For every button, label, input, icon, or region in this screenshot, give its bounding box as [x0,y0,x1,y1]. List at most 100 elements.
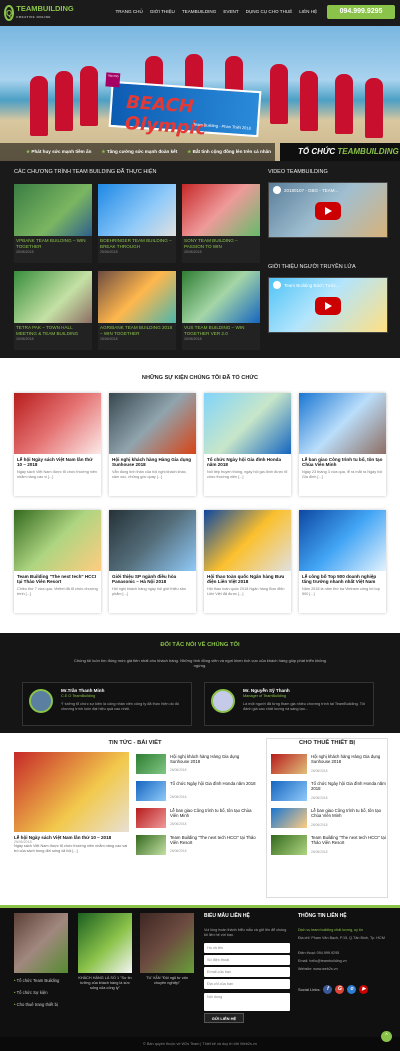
nav-contact[interactable]: Liên hệ [296,9,321,14]
program-title[interactable]: TETRA PAK – TOWN HALL MEETING & TEAM BUI… [14,323,92,337]
event-desc: Năm 2018 là năm thứ ba Vietnam công bố t… [302,586,380,596]
news-list-item[interactable]: Team Building "The next tech HCCI" tại T… [136,835,256,858]
testimonial-card: Mr.Trần Thanh Minh C.E.O TeamBuilding Ý … [22,682,192,726]
contact-email[interactable]: Email: hello@teambuilding.vn [298,959,394,964]
program-date: 25/06/2018 [100,337,118,341]
footer-tile[interactable] [14,913,68,973]
hero-tag-b: TEAMBUILDING [337,147,399,156]
rental-thumb [271,781,307,801]
program-date: 25/06/2018 [100,250,118,254]
event-card[interactable]: Giới thiệu SP ngành điều hòa Panasonic –… [109,510,196,613]
event-card[interactable]: Team Building "The next tech" HCCI tại T… [14,510,101,613]
program-card[interactable]: VPBANK TEAM BUILDING – WIN TOGETHER 25/06… [14,184,92,263]
program-card[interactable]: BOEHRINGER TEAM BUILDING – BREAK THROUGH… [98,184,176,263]
address-field[interactable]: Địa chỉ của bạn [204,979,290,989]
program-card[interactable]: TETRA PAK – TOWN HALL MEETING & TEAM BUI… [14,271,92,350]
rental-item-title[interactable]: Lễ ban giao Công trình tu bổ, tôn tạo Ch… [311,808,386,818]
event-title[interactable]: Lễ công bố Top 500 doanh nghiệp tăng trư… [299,571,386,586]
event-card[interactable]: Hội thao toàn quốc Ngân hàng Bưu điện Li… [204,510,291,613]
logo[interactable]: Q TEAMBUILDING CREATIVE ONLINE [4,3,74,23]
programs-grid: VPBANK TEAM BUILDING – WIN TOGETHER 25/06… [14,184,260,350]
social-label: Social Links: [298,987,321,992]
rental-item[interactable]: Tổ chức Ngày hội Gia đình Honda năm 2018… [271,781,386,805]
news-item-title[interactable]: Team Building "The next tech HCCI" tại T… [170,835,256,845]
testimonial-role: C.E.O TeamBuilding [61,694,96,698]
event-title[interactable]: Tổ chức Ngày hội Gia đình Honda năm 2018 [204,454,291,469]
event-card[interactable]: Lễ công bố Top 500 doanh nghiệp tăng trư… [299,510,386,613]
news-main-title[interactable]: Lễ hội Ngày sách Việt Nam lần thứ 10 – 2… [14,832,129,840]
event-card[interactable]: Tổ chức Ngày hội Gia đình Honda năm 2018… [204,393,291,496]
rental-item-title[interactable]: Hội nghị khách hàng Hàng Gia dụng Sunhou… [311,754,386,764]
news-list-item[interactable]: Tổ chức Ngày hội Gia đình Honda năm 2018… [136,781,256,804]
event-image [204,393,291,454]
video-player-2[interactable]: Team Building Bách Tước... [268,277,388,333]
program-title[interactable]: AGRIBANK TEAM BUILDING 2018 – WIN TOGETH… [98,323,176,337]
rental-item[interactable]: Lễ ban giao Công trình tu bổ, tôn tạo Ch… [271,808,386,832]
nav-home[interactable]: Trang chủ [112,9,146,14]
hero-tag-a: TỔ CHỨC [298,147,336,156]
footer-tile-caption: TƯ VẤN "Đội ngũ tư vấn chuyên nghiệp" [146,976,188,985]
programs-title: CÁC CHƯƠNG TRÌNH TEAM BUILDING ĐÃ THỰC H… [14,169,157,175]
play-icon[interactable] [315,297,341,315]
partners-title: ĐỐI TÁC NÓI VỀ CHÚNG TÔI [160,642,240,648]
news-item-title[interactable]: Tổ chức Ngày hội Gia đình Honda năm 2018 [170,781,256,786]
event-title[interactable]: Hội nghị khách hàng Hàng Gia dụng Sunhou… [109,454,196,469]
nav-about[interactable]: Giới thiệu [146,9,178,14]
program-card[interactable]: SONY TEAM BUILDING – PASSION TO WIN 25/06… [182,184,260,263]
rental-item[interactable]: Hội nghị khách hàng Hàng Gia dụng Sunhou… [271,754,386,778]
facebook-icon[interactable]: f [323,985,333,994]
event-card[interactable]: Lễ ban giao Công trình tu bổ, tôn tạo Ch… [299,393,386,496]
program-card[interactable]: AGRIBANK TEAM BUILDING 2018 – WIN TOGETH… [98,271,176,350]
footer-link[interactable]: Tổ chức Sự kiện [14,990,48,995]
partners-desc: Chúng tôi luôn tìm đúng mức giá tiên nhấ… [74,658,326,669]
footer-tile[interactable] [78,913,132,973]
event-title[interactable]: Hội thao toàn quốc Ngân hàng Bưu điện Li… [204,571,291,586]
footer-tile[interactable] [140,913,194,973]
hero-feature: Phát huy sức mạnh tiềm ẩn [26,149,91,155]
event-title[interactable]: Team Building "The next tech" HCCI tại T… [14,571,101,586]
submit-button[interactable]: GỬI LIÊN HỆ [204,1013,244,1023]
program-title[interactable]: VPBANK TEAM BUILDING – WIN TOGETHER [14,236,92,250]
logo-text: TEAMBUILDING [16,4,74,13]
footer-link[interactable]: Cho thuê trang thiết bị [14,1002,58,1007]
news-item-title[interactable]: Hội nghị khách hàng Hàng Gia dụng Sunhou… [170,754,256,764]
nav-teambuilding[interactable]: Teambuilding [178,9,219,14]
rental-item-title[interactable]: Tổ chức Ngày hội Gia đình Honda năm 2018 [311,781,386,791]
program-title[interactable]: VUS TEAM BUILDING – WIN TOGETHER VER 2.0 [182,323,260,337]
news-main-article[interactable]: Lễ hội Ngày sách Việt Nam lần thứ 10 – 2… [14,752,129,892]
phone-field[interactable]: Số điện thoại [204,955,290,965]
instagram-icon[interactable]: o [347,985,357,994]
google-icon[interactable]: G [335,985,345,994]
rental-item-title[interactable]: Team Building "The next tech HCCI" tại T… [311,835,386,845]
news-item-title[interactable]: Lễ ban giao Công trình tu bổ, tôn tạo Ch… [170,808,256,818]
event-title[interactable]: Giới thiệu SP ngành điều hòa Panasonic –… [109,571,196,586]
name-field[interactable]: Họ và tên [204,943,290,953]
footer-link[interactable]: Tổ chức Team Building [14,978,60,983]
event-title[interactable]: Lễ hội Ngày sách Việt Nam lần thứ 10 – 2… [14,454,101,469]
footer-tile-caption: KHÁCH HÀNG LÀ SỐ 1 "Sự tin tưởng của khá… [78,976,132,990]
person-figure [55,71,73,131]
hotline-button[interactable]: 094.999.9295 [327,5,395,19]
program-title[interactable]: BOEHRINGER TEAM BUILDING – BREAK THROUGH [98,236,176,250]
message-field[interactable]: Nội dung [204,993,290,1011]
video-player-1[interactable]: 20180107 - GBG - TEAM... [268,182,388,238]
program-image [14,271,92,323]
rental-item[interactable]: Team Building "The next tech HCCI" tại T… [271,835,386,859]
news-list-item[interactable]: Lễ ban giao Công trình tu bổ, tôn tạo Ch… [136,808,256,831]
news-list-item[interactable]: Hội nghị khách hàng Hàng Gia dụng Sunhou… [136,754,256,777]
program-title[interactable]: SONY TEAM BUILDING – PASSION TO WIN [182,236,260,250]
back-to-top-icon[interactable]: ^ [381,1031,392,1042]
youtube-icon[interactable]: ▶ [359,985,369,994]
event-title[interactable]: Lễ ban giao Công trình tu bổ, tôn tạo Ch… [299,454,386,469]
nav-event[interactable]: Event [220,9,242,14]
program-card[interactable]: VUS TEAM BUILDING – WIN TOGETHER VER 2.0… [182,271,260,350]
play-icon[interactable] [315,202,341,220]
event-card[interactable]: Lễ hội Ngày sách Việt Nam lần thứ 10 – 2… [14,393,101,496]
nav-rental[interactable]: Dụng cụ cho thuê [242,9,296,14]
event-card[interactable]: Hội nghị khách hàng Hàng Gia dụng Sunhou… [109,393,196,496]
email-field[interactable]: Email của bạn [204,967,290,977]
news-thumb [136,754,166,774]
contact-website[interactable]: Website: www.web2s.vn [298,967,394,972]
avatar [29,689,53,713]
contact-phone: Điện thoại: 094.999.9295 [298,951,340,955]
